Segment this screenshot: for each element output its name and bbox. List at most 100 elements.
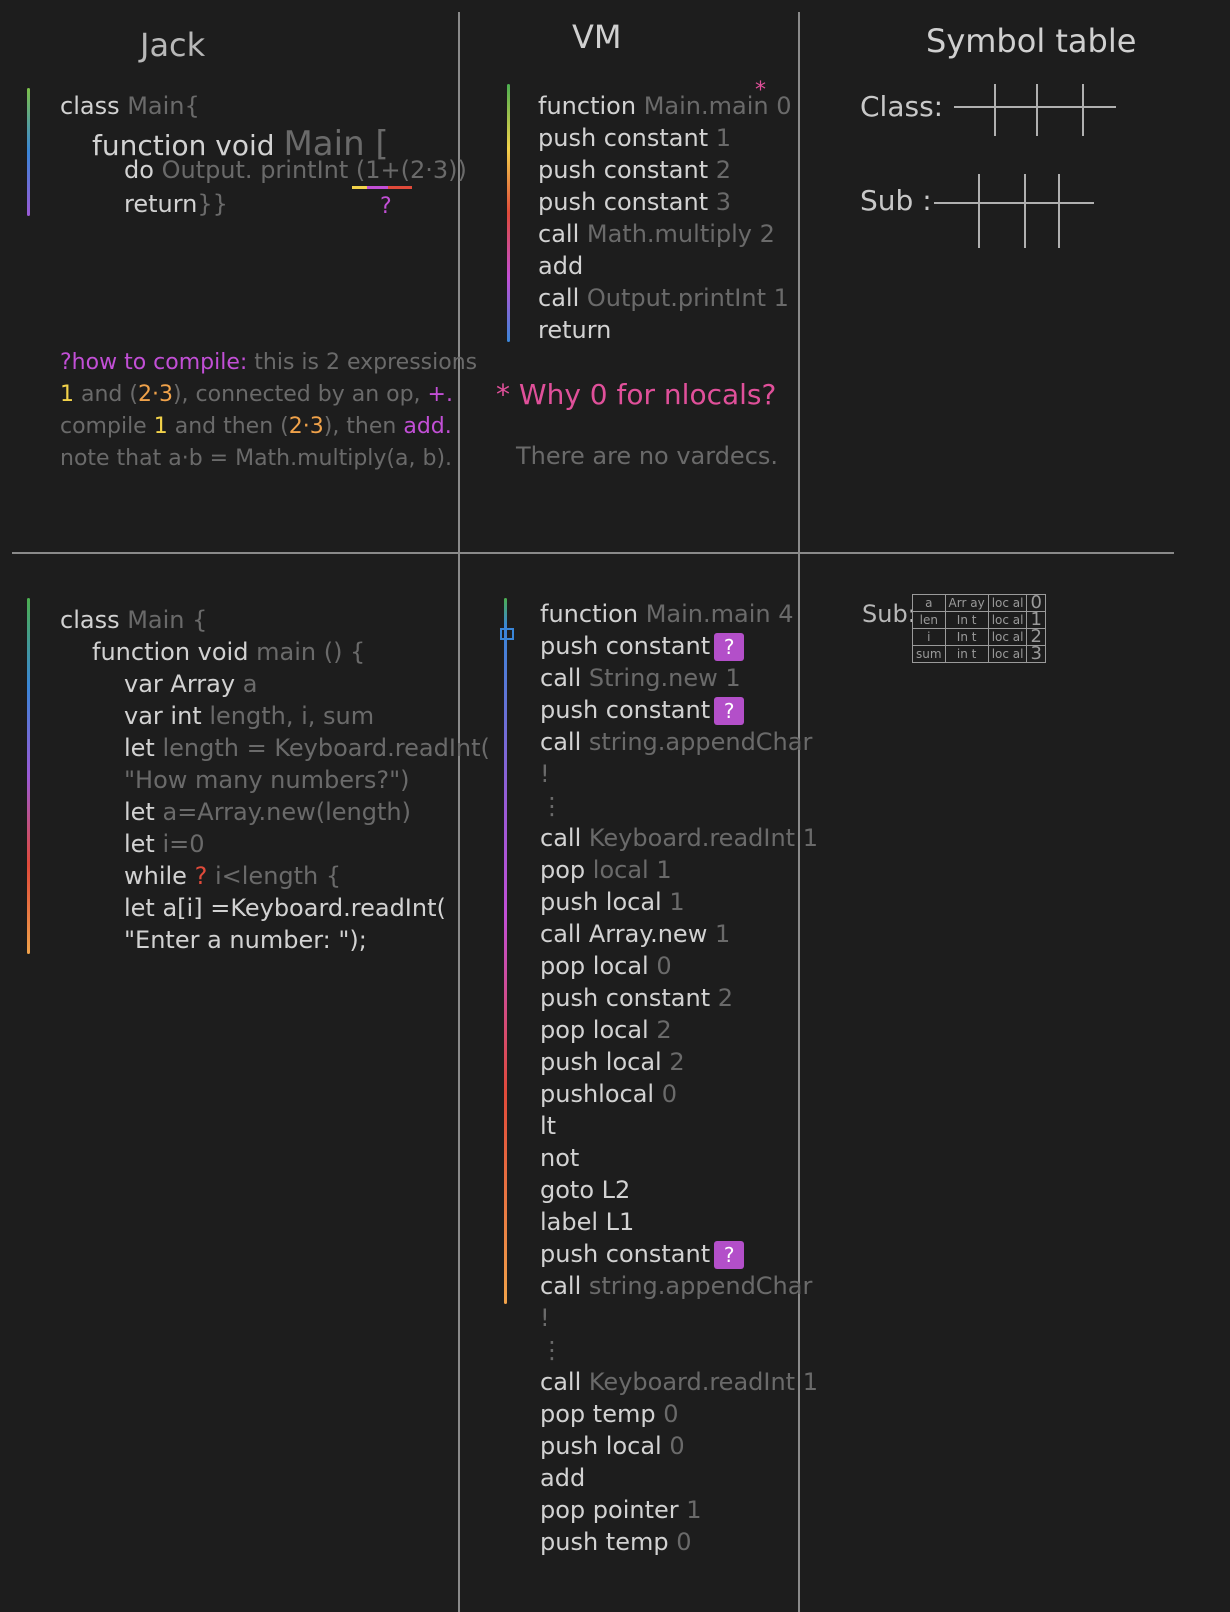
symbol-class-label: Class: bbox=[860, 90, 944, 123]
code-line: do Output. printInt (1+(2·3)) bbox=[124, 156, 467, 184]
vm-line: call Output.printInt 1 bbox=[538, 284, 789, 312]
code-line: function void main () { bbox=[92, 638, 366, 666]
symbol-sub-label: Sub: bbox=[862, 600, 916, 628]
vm-keyword: call Array.new bbox=[540, 920, 708, 948]
vm-line: push local 2 bbox=[540, 1048, 685, 1076]
vm-keyword: lt bbox=[540, 1112, 557, 1140]
vm-line: call string.appendChar bbox=[540, 1272, 812, 1300]
code-line: var int length, i, sum bbox=[124, 702, 375, 730]
code-line: let i=0 bbox=[124, 830, 205, 858]
vm-line: call Array.new 1 bbox=[540, 920, 730, 948]
vm-keyword: pop local bbox=[540, 952, 649, 980]
vm-keyword: call bbox=[540, 728, 582, 756]
vm-argument: ! bbox=[540, 1304, 550, 1332]
vm-keyword: push constant bbox=[540, 632, 711, 660]
unknown-constant-badge: ? bbox=[714, 697, 745, 725]
symbol-cell: In t bbox=[944, 611, 989, 629]
symbol-cell: loc al bbox=[987, 611, 1028, 629]
note-line: note that a·b = Math.multiply(a, b). bbox=[60, 446, 453, 471]
vm-line: ! bbox=[540, 760, 550, 788]
symbol-cell: in t bbox=[944, 645, 989, 663]
vm-keyword: function bbox=[540, 600, 639, 628]
vm-line: call String.new 1 bbox=[540, 664, 741, 692]
symbol-cell: i bbox=[912, 628, 946, 646]
code-line: let a=Array.new(length) bbox=[124, 798, 411, 826]
vm-line: push constant 2 bbox=[538, 156, 732, 184]
vm-argument: 1 bbox=[669, 888, 685, 916]
symbol-cell: loc al bbox=[987, 594, 1028, 612]
note-line: ?how to compile: this is 2 expressions bbox=[60, 350, 478, 375]
question-mark: ? bbox=[380, 194, 392, 219]
vm-line: lt bbox=[540, 1112, 556, 1140]
vm-line: call Keyboard.readInt 1 bbox=[540, 1368, 818, 1396]
symbol-sub-label: Sub : bbox=[860, 184, 932, 217]
sub-table-tick bbox=[1024, 174, 1026, 248]
header-vm: VM bbox=[572, 18, 622, 56]
vm-argument: ! bbox=[540, 760, 550, 788]
vm-argument: 2 bbox=[656, 1016, 672, 1044]
vm-keyword: pop bbox=[540, 856, 586, 884]
unknown-constant-badge: ? bbox=[714, 633, 745, 661]
vm-line: add bbox=[538, 252, 584, 280]
code-line: let length = Keyboard.readInt( bbox=[124, 734, 490, 762]
vm-keyword: push constant bbox=[540, 696, 711, 724]
vm-line: function Main.main 4 bbox=[540, 600, 793, 628]
vm-line: ⋮ bbox=[540, 792, 564, 820]
code-line: while ? i<length { bbox=[124, 862, 342, 890]
sub-table-tick bbox=[978, 174, 980, 248]
vm-line: call string.appendChar bbox=[540, 728, 812, 756]
symbol-row: len In t loc al 1 bbox=[912, 611, 1046, 629]
vm-argument: Keyboard.readInt 1 bbox=[588, 824, 818, 852]
note-line: compile 1 and then (2·3), then add. bbox=[60, 414, 452, 439]
vm-line: pop local 1 bbox=[540, 856, 672, 884]
nlocals-question: * Why 0 for nlocals? bbox=[496, 378, 777, 411]
vm-line: ⋮ bbox=[540, 1336, 564, 1364]
class-table-line bbox=[954, 106, 1116, 108]
vm-line: not bbox=[540, 1144, 579, 1172]
code-line: return}} bbox=[124, 190, 228, 218]
vm-argument: string.appendChar bbox=[588, 728, 813, 756]
vm-line: add bbox=[540, 1464, 585, 1492]
subroutine-symbol-table: a Arr ay loc al 0 len In t loc al 1 i In t loc al 2… bbox=[912, 594, 1046, 663]
scope-bar-bottom-vm bbox=[504, 598, 507, 1304]
vm-argument: local 1 bbox=[592, 856, 672, 884]
vm-line: call Keyboard.readInt 1 bbox=[540, 824, 818, 852]
vm-line: call Math.multiply 2 bbox=[538, 220, 775, 248]
vm-keyword: goto L2 bbox=[540, 1176, 631, 1204]
symbol-cell: len bbox=[912, 611, 946, 629]
symbol-row: i In t loc al 2 bbox=[912, 628, 1046, 646]
vm-argument: String.new 1 bbox=[588, 664, 741, 692]
vm-keyword: call bbox=[540, 1368, 582, 1396]
vm-keyword: push temp bbox=[540, 1528, 669, 1556]
vm-line: push constant? bbox=[540, 1240, 745, 1269]
class-table-tick bbox=[994, 84, 996, 136]
symbol-row: a Arr ay loc al 0 bbox=[912, 594, 1046, 612]
vm-keyword: push local bbox=[540, 1048, 662, 1076]
code-line: var Array a bbox=[124, 670, 258, 698]
vm-argument: 1 bbox=[714, 920, 731, 948]
vm-argument: 0 bbox=[663, 1400, 679, 1428]
vm-line: push temp 0 bbox=[540, 1528, 692, 1556]
vm-keyword: add bbox=[540, 1464, 586, 1492]
code-line: "Enter a number: "); bbox=[124, 926, 367, 954]
class-table-tick bbox=[1036, 84, 1038, 136]
header-jack: Jack bbox=[140, 26, 206, 64]
vm-argument: Keyboard.readInt 1 bbox=[588, 1368, 818, 1396]
vm-line: pushlocal 0 bbox=[540, 1080, 677, 1108]
vm-line: label L1 bbox=[540, 1208, 634, 1236]
vm-keyword: push constant bbox=[540, 1240, 711, 1268]
vm-line: pop pointer 1 bbox=[540, 1496, 702, 1524]
vm-line: ! bbox=[540, 1304, 550, 1332]
vm-line: push constant? bbox=[540, 696, 745, 725]
vm-line: push local 1 bbox=[540, 888, 685, 916]
code-line: let a[i] =Keyboard.readInt( bbox=[124, 894, 446, 922]
vm-argument: 2 bbox=[669, 1048, 685, 1076]
vm-line: return bbox=[538, 316, 612, 344]
vm-argument: 0 bbox=[661, 1080, 678, 1108]
symbol-cell: Arr ay bbox=[944, 594, 989, 612]
note-line: 1 and (2·3), connected by an op, +. bbox=[60, 382, 453, 407]
vm-line: function Main.main 0 bbox=[538, 92, 792, 120]
code-line: "How many numbers?") bbox=[124, 766, 410, 794]
vm-line: pop local 2 bbox=[540, 1016, 672, 1044]
code-line: class Main{ bbox=[60, 92, 200, 120]
